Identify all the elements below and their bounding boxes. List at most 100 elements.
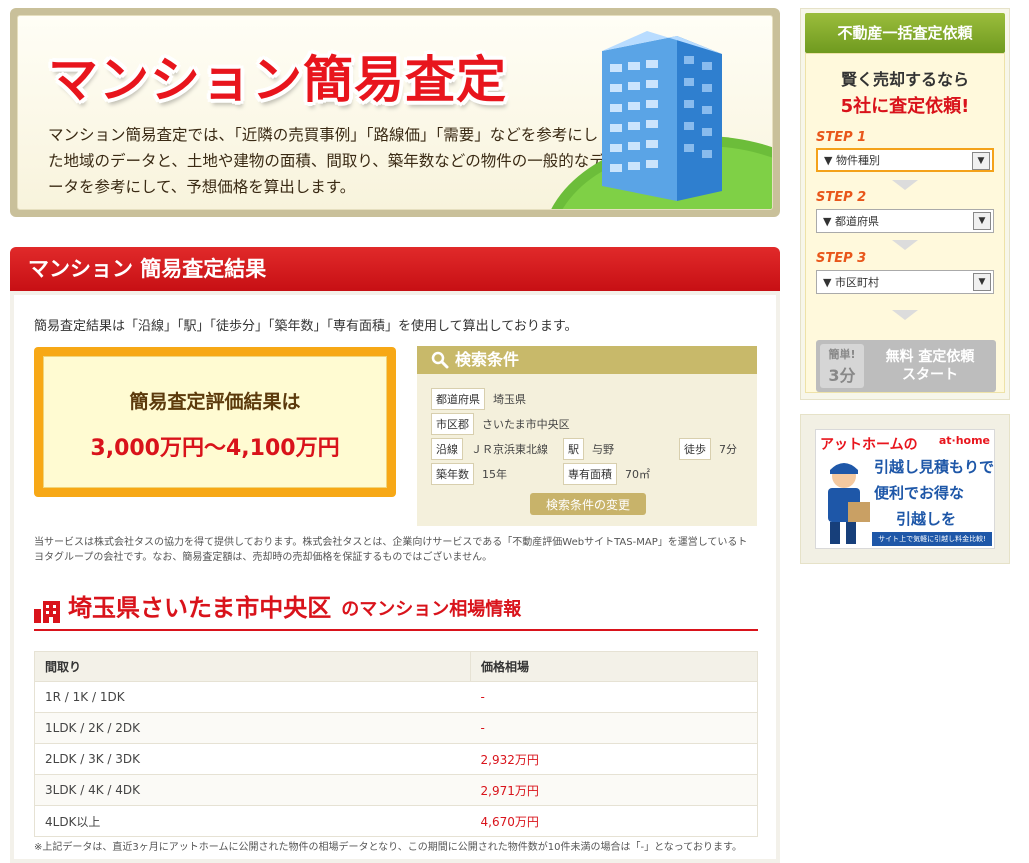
step3-label: STEP 3 bbox=[816, 251, 867, 266]
row-layout: 3LDK / 4K / 4DK bbox=[34, 774, 471, 806]
evaluation-label: 簡易査定評価結果は bbox=[129, 391, 301, 413]
result-intro: 簡易査定結果は「沿線」「駅」「徒歩分」「築年数」「専有面積」を使用して算出してお… bbox=[34, 319, 578, 334]
cond-row-area: 専有面積 70㎡ bbox=[563, 463, 650, 485]
hero-inner: マンション簡易査定 マンション簡易査定では、「近隣の売買事例」「路線価」「需要」… bbox=[17, 15, 773, 210]
banner-line3: 引越しを bbox=[896, 510, 957, 528]
moving-banner[interactable]: アットホームの at·home 引越し見積もりで 便利でお得な 引越しを サイト… bbox=[800, 414, 1010, 564]
hero-title: マンション簡易査定 bbox=[48, 51, 507, 109]
step-arrow-icon bbox=[892, 310, 918, 320]
prefecture-select[interactable]: ▼ 都道府県 ▼ bbox=[816, 209, 994, 233]
banner-line2: 便利でお得な bbox=[874, 484, 965, 502]
hero-banner: マンション簡易査定 マンション簡易査定では、「近隣の売買事例」「路線価」「需要」… bbox=[10, 8, 780, 217]
row-layout: 1R / 1K / 1DK bbox=[34, 681, 471, 713]
table-footnote: ※上記データは、直近3ヶ月にアットホームに公開された物件の相場データとなり、この… bbox=[34, 842, 742, 853]
banner-brand-en: at·home bbox=[938, 434, 990, 447]
mover-illustration-icon bbox=[828, 463, 870, 544]
table-row: 3LDK / 4K / 4DK 2,971万円 bbox=[34, 774, 758, 806]
widget-catch-line2: 5社に査定依頼! bbox=[840, 96, 970, 117]
moving-banner-inner[interactable]: アットホームの at·home 引越し見積もりで 便利でお得な 引越しを サイト… bbox=[815, 429, 995, 549]
area-name: 埼玉県さいたま市中央区 bbox=[68, 594, 332, 622]
cond-value-station: 与野 bbox=[592, 443, 614, 456]
row-layout: 1LDK / 2K / 2DK bbox=[34, 712, 471, 744]
cond-tag-area: 専有面積 bbox=[563, 463, 617, 485]
banner-footer: サイト上で気軽に引越し料金比較! bbox=[872, 532, 992, 546]
building-icon bbox=[34, 601, 60, 623]
chevron-down-icon[interactable]: ▼ bbox=[973, 212, 991, 230]
row-price: - bbox=[470, 681, 758, 713]
widget-title: 不動産一括査定依頼 bbox=[805, 13, 1005, 53]
cond-row-city: 市区郡 さいたま市中央区 bbox=[431, 413, 570, 435]
cond-row-prefecture: 都道府県 埼玉県 bbox=[431, 388, 526, 410]
result-heading: マンション 簡易査定結果 bbox=[10, 247, 780, 291]
row-price: 4,670万円 bbox=[470, 805, 758, 837]
row-layout: 4LDK以上 bbox=[34, 805, 471, 837]
price-table: 間取り 価格相場 1R / 1K / 1DK - 1LDK / 2K / 2DK… bbox=[34, 651, 758, 837]
area-heading: 埼玉県さいたま市中央区 のマンション相場情報 bbox=[34, 589, 758, 631]
step-arrow-icon bbox=[892, 240, 918, 250]
search-conditions: 検索条件 都道府県 埼玉県 市区郡 さいたま市中央区 沿線 ＪＲ京浜東北線 駅 … bbox=[417, 346, 757, 526]
cond-tag-prefecture: 都道府県 bbox=[431, 388, 485, 410]
row-layout: 2LDK / 3K / 3DK bbox=[34, 743, 471, 775]
evaluation-inner: 簡易査定評価結果は 3,000万円〜4,100万円 bbox=[43, 356, 387, 488]
property-type-select[interactable]: ▼ 物件種別 ▼ bbox=[816, 148, 994, 172]
col-header-price: 価格相場 bbox=[470, 651, 758, 682]
building-illustration bbox=[551, 31, 772, 209]
banner-line1: 引越し見積もりで bbox=[874, 458, 995, 476]
step2-label: STEP 2 bbox=[816, 190, 867, 205]
cond-row-station: 駅 与野 bbox=[563, 438, 614, 460]
cond-value-line: ＪＲ京浜東北線 bbox=[471, 443, 548, 456]
cond-row-walk: 徒歩 7分 bbox=[679, 438, 737, 460]
col-header-layout: 間取り bbox=[34, 651, 471, 682]
search-conditions-label: 検索条件 bbox=[455, 350, 520, 369]
start-button-line2: スタート bbox=[902, 367, 958, 383]
magnifier-icon bbox=[431, 351, 449, 369]
start-button-line1: 無料 査定依頼 bbox=[885, 349, 975, 365]
widget-catch-line1: 賢く売却するなら bbox=[840, 70, 969, 89]
cond-value-city: さいたま市中央区 bbox=[482, 418, 570, 431]
city-select-value: ▼ 市区町村 bbox=[823, 276, 879, 289]
start-badge: 簡単! 3分 bbox=[820, 344, 864, 388]
city-select[interactable]: ▼ 市区町村 ▼ bbox=[816, 270, 994, 294]
table-row: 1LDK / 2K / 2DK - bbox=[34, 712, 758, 744]
cond-tag-station: 駅 bbox=[563, 438, 584, 460]
chevron-down-icon[interactable]: ▼ bbox=[973, 273, 991, 291]
search-conditions-title: 検索条件 bbox=[417, 346, 757, 374]
cond-row-line: 沿線 ＪＲ京浜東北線 bbox=[431, 438, 548, 460]
prefecture-select-value: ▼ 都道府県 bbox=[823, 215, 879, 228]
cond-tag-line: 沿線 bbox=[431, 438, 463, 460]
cond-value-area: 70㎡ bbox=[625, 468, 650, 481]
row-price: 2,971万円 bbox=[470, 774, 758, 806]
step1-label: STEP 1 bbox=[816, 130, 867, 145]
row-price: - bbox=[470, 712, 758, 744]
cond-row-age: 築年数 15年 bbox=[431, 463, 507, 485]
evaluation-box: 簡易査定評価結果は 3,000万円〜4,100万円 bbox=[34, 347, 396, 497]
start-badge-line1: 簡単! bbox=[828, 348, 856, 361]
cond-tag-age: 築年数 bbox=[431, 463, 474, 485]
chevron-down-icon[interactable]: ▼ bbox=[972, 152, 990, 170]
area-heading-suffix: のマンション相場情報 bbox=[341, 599, 522, 620]
table-row: 4LDK以上 4,670万円 bbox=[34, 805, 758, 837]
change-conditions-button[interactable]: 検索条件の変更 bbox=[530, 493, 646, 515]
start-appraisal-button[interactable]: 簡単! 3分 無料 査定依頼 スタート bbox=[816, 340, 996, 392]
start-button-text: 無料 査定依頼 スタート bbox=[864, 348, 996, 384]
cond-tag-walk: 徒歩 bbox=[679, 438, 711, 460]
hero-description: マンション簡易査定では、「近隣の売買事例」「路線価」「需要」などを参考にした地域… bbox=[48, 126, 605, 196]
result-inner: 簡易査定結果は「沿線」「駅」「徒歩分」「築年数」「専有面積」を使用して算出してお… bbox=[14, 295, 776, 859]
banner-brand-jp: アットホームの bbox=[820, 437, 918, 453]
cond-value-age: 15年 bbox=[482, 468, 507, 481]
evaluation-value: 3,000万円〜4,100万円 bbox=[90, 436, 340, 461]
bulk-appraisal-widget: 不動産一括査定依頼 賢く売却するなら 5社に査定依頼! STEP 1 ▼ 物件種… bbox=[800, 8, 1010, 400]
step-arrow-icon bbox=[892, 180, 918, 190]
widget-body: 賢く売却するなら 5社に査定依頼! STEP 1 ▼ 物件種別 ▼ STEP 2… bbox=[805, 53, 1005, 393]
cond-tag-city: 市区郡 bbox=[431, 413, 474, 435]
table-row: 1R / 1K / 1DK - bbox=[34, 681, 758, 713]
start-badge-line2: 3分 bbox=[828, 366, 856, 385]
result-panel: 簡易査定結果は「沿線」「駅」「徒歩分」「築年数」「専有面積」を使用して算出してお… bbox=[10, 291, 780, 863]
service-notice: 当サービスは株式会社タスの協力を得て提供しております。株式会社タスとは、企業向け… bbox=[34, 537, 748, 563]
cond-value-prefecture: 埼玉県 bbox=[493, 393, 526, 406]
row-price: 2,932万円 bbox=[470, 743, 758, 775]
cond-value-walk: 7分 bbox=[719, 443, 737, 456]
table-row: 2LDK / 3K / 3DK 2,932万円 bbox=[34, 743, 758, 775]
property-type-select-value: ▼ 物件種別 bbox=[824, 154, 880, 167]
table-header-row: 間取り 価格相場 bbox=[34, 651, 758, 682]
